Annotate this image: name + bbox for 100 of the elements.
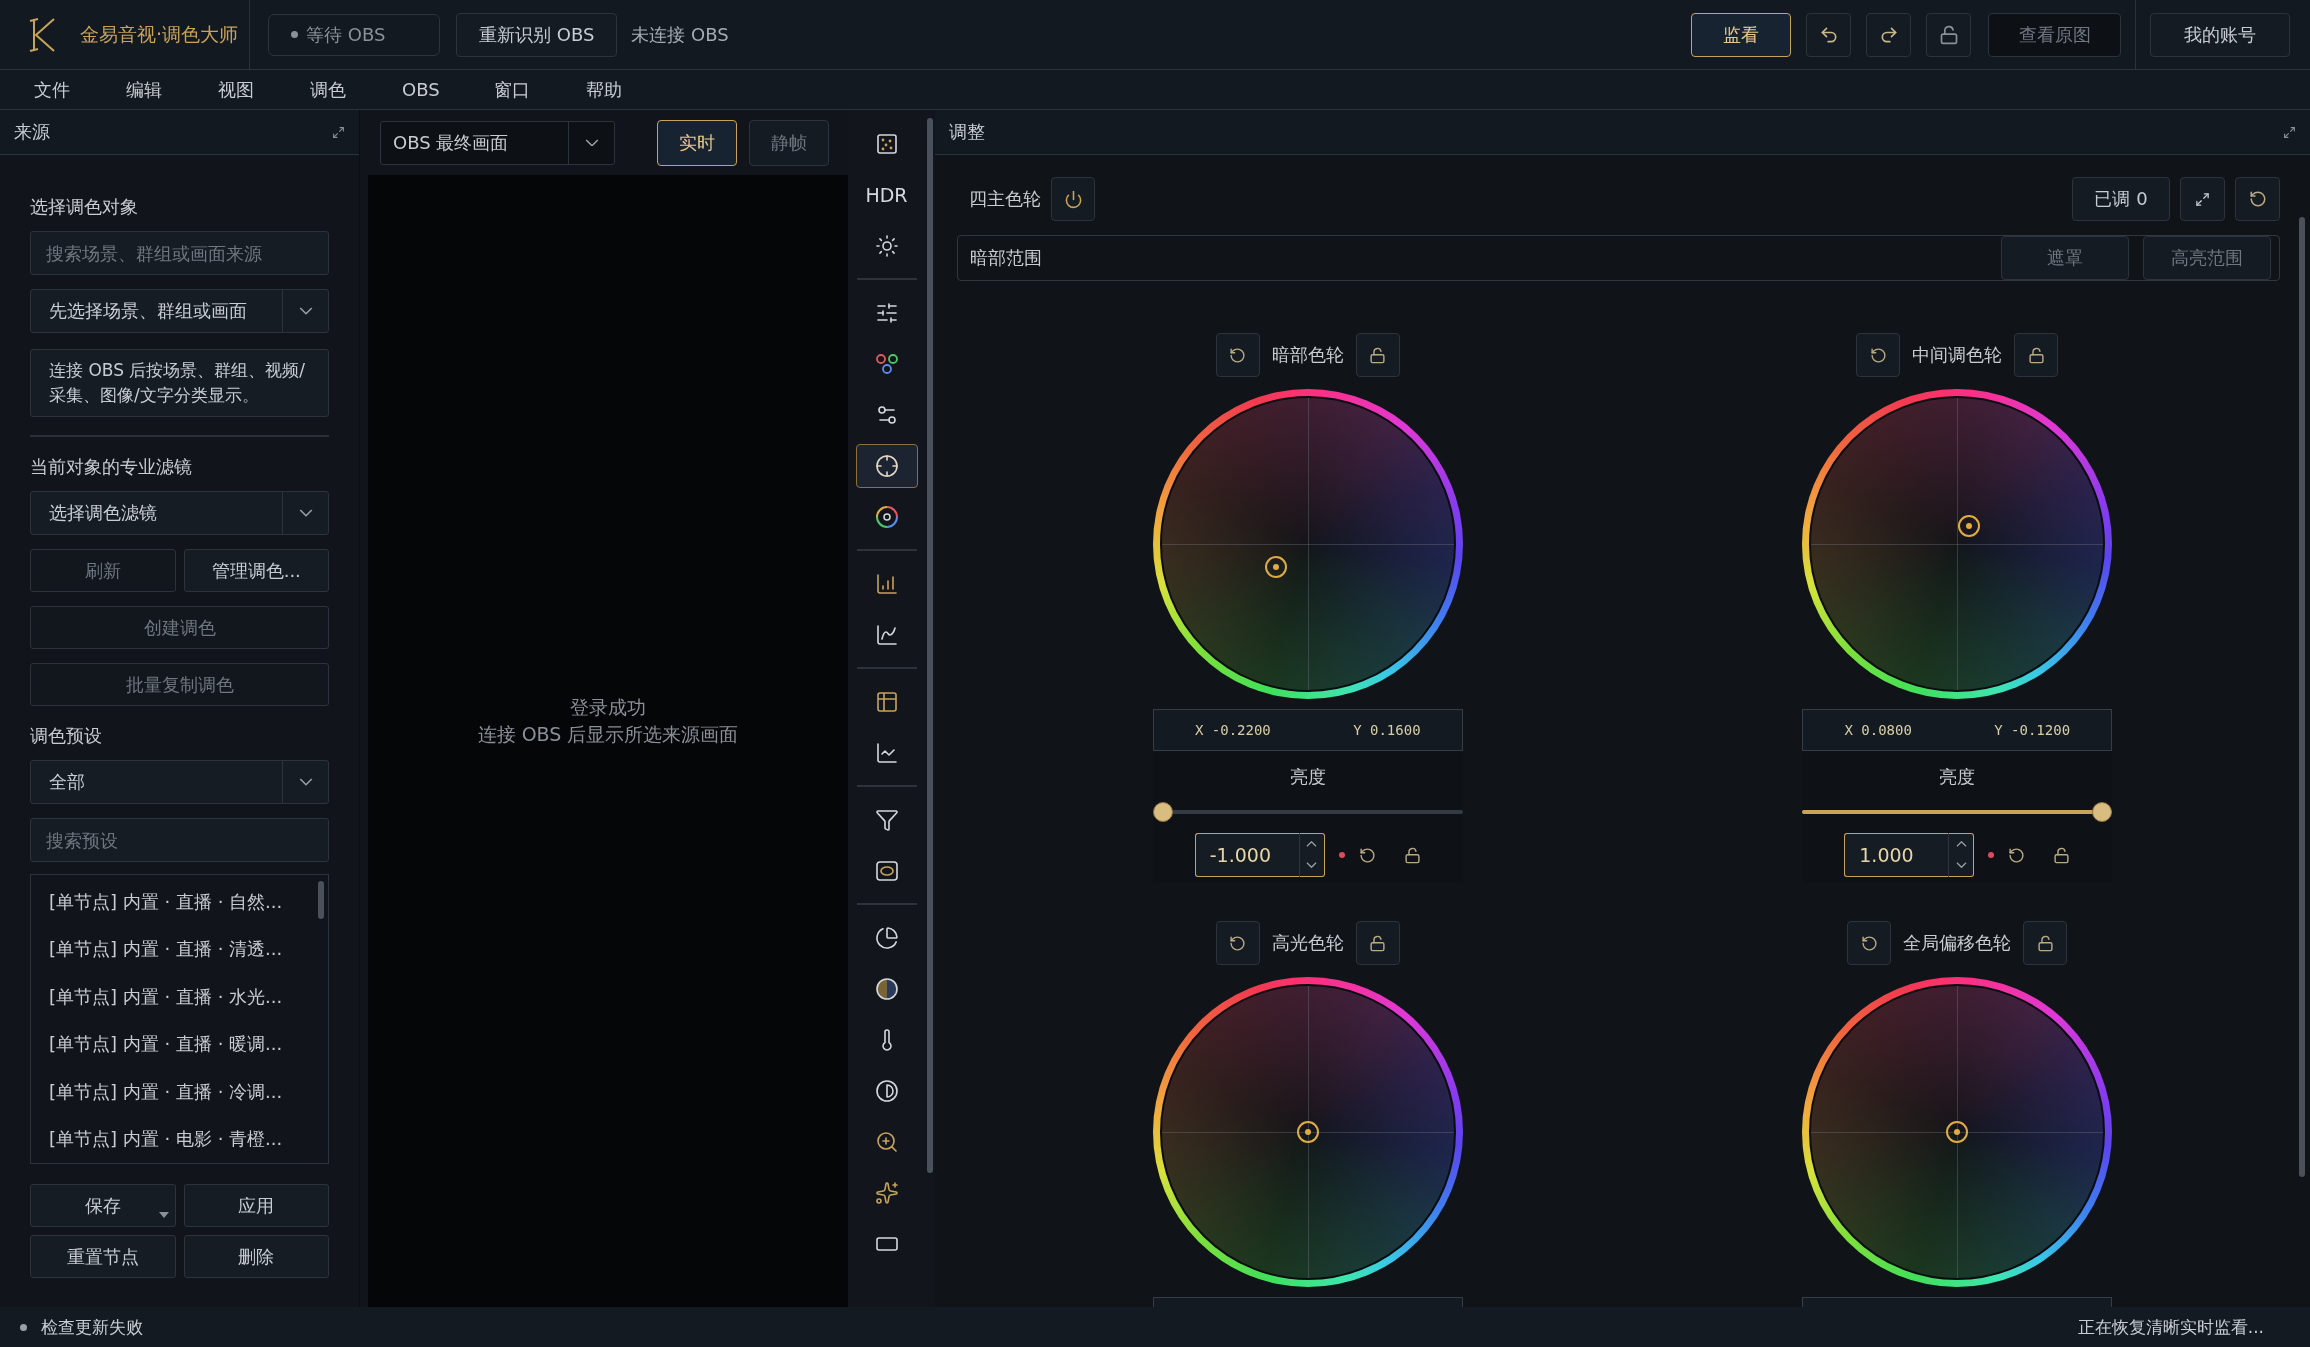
preset-item[interactable]: [单节点] 内置 · 直播 · 清透... xyxy=(31,925,314,973)
expand-icon[interactable] xyxy=(2283,125,2296,139)
scrollbar[interactable] xyxy=(927,118,933,1173)
menu-item[interactable]: 窗口 xyxy=(494,77,586,102)
unlock-icon[interactable] xyxy=(2053,846,2071,864)
preset-item[interactable]: [单节点] 内置 · 电影 · 青橙... xyxy=(31,1115,314,1163)
scrollbar[interactable] xyxy=(2299,217,2305,1177)
wheel-title: 暗部色轮 xyxy=(1271,343,1344,367)
status-message: 正在恢复清晰实时监看... xyxy=(2077,1315,2264,1339)
x-value: X -0.2200 xyxy=(1194,722,1271,738)
wheel-puck[interactable] xyxy=(1946,1121,1969,1143)
status-message: 检查更新失败 xyxy=(41,1315,143,1339)
menu-item[interactable]: 文件 xyxy=(34,77,126,102)
power-button[interactable] xyxy=(1051,177,1095,221)
source-select[interactable]: OBS 最终画面 xyxy=(380,120,615,165)
obs-status-chip: 等待 OBS xyxy=(268,13,440,56)
up-icon xyxy=(1955,841,1967,848)
brightness-slider[interactable] xyxy=(1802,801,2113,823)
scrollbar[interactable] xyxy=(318,881,324,919)
wheel-title: 中间调色轮 xyxy=(1912,343,2003,367)
brightness-slider[interactable] xyxy=(1152,801,1463,823)
menu-item[interactable]: 调色 xyxy=(310,77,402,102)
reset-button[interactable] xyxy=(1856,333,1901,377)
range-button[interactable]: 遮罩 xyxy=(2001,236,2129,280)
stepper[interactable] xyxy=(1298,833,1325,877)
split-button[interactable]: 保存 xyxy=(30,1184,176,1227)
panel-button[interactable]: 重置节点 xyxy=(30,1235,176,1278)
reset-icon[interactable] xyxy=(2008,846,2026,864)
down-icon xyxy=(1306,862,1318,869)
crosshair-icon xyxy=(874,453,899,478)
wheel-puck[interactable] xyxy=(1957,515,1980,538)
lock-button[interactable] xyxy=(1355,921,1400,965)
wheel-puck[interactable] xyxy=(1264,556,1287,579)
grain-icon xyxy=(875,132,898,155)
connection-status: 未连接 OBS xyxy=(631,22,729,47)
preset-item[interactable]: [单节点] 内置 · 直播 · 水光... xyxy=(31,973,314,1021)
curve-chart-icon xyxy=(874,622,899,647)
object-select[interactable]: 先选择场景、群组或画面 xyxy=(30,289,329,333)
hdr-tool[interactable]: HDR xyxy=(855,172,918,217)
menu-item[interactable]: OBS xyxy=(402,79,494,100)
panel-title: 来源 xyxy=(14,120,50,144)
mode-tab[interactable]: 实时 xyxy=(657,119,737,166)
wheel-puck[interactable] xyxy=(1296,1121,1319,1143)
y-value: Y 0.1600 xyxy=(1353,722,1421,738)
y-value: Y -0.1200 xyxy=(1994,722,2071,738)
panel-button[interactable]: 管理调色... xyxy=(183,549,329,592)
lock-button[interactable] xyxy=(1355,333,1400,377)
sun-icon xyxy=(874,233,899,258)
preset-select[interactable]: 全部 xyxy=(30,760,329,804)
reset-button[interactable] xyxy=(1215,921,1260,965)
filter-select[interactable]: 选择调色滤镜 xyxy=(30,491,329,535)
reset-button[interactable] xyxy=(1215,333,1260,377)
menu-item[interactable]: 帮助 xyxy=(586,77,678,102)
modified-dot xyxy=(1338,852,1345,858)
account-button[interactable]: 我的账号 xyxy=(2150,12,2290,57)
unlock-icon[interactable] xyxy=(1403,846,1421,864)
range-label: 暗部范围 xyxy=(970,246,1043,270)
preset-item[interactable]: [单节点] 内置 · 直播 · 冷调... xyxy=(31,1068,314,1116)
reset-icon[interactable] xyxy=(1358,846,1376,864)
down-icon xyxy=(1955,862,1967,869)
search-field[interactable]: 搜索预设 xyxy=(30,818,329,862)
expand-button[interactable] xyxy=(2180,177,2225,221)
stepper[interactable] xyxy=(1948,833,1975,877)
redetect-button[interactable]: 重新识别 OBS xyxy=(456,12,618,57)
panel-button[interactable]: 删除 xyxy=(183,1235,329,1278)
redo-button[interactable] xyxy=(1866,12,1911,57)
preset-item[interactable]: [单节点] 内置 · 直播 · 自然... xyxy=(31,878,314,926)
brightness-field[interactable]: 1.000 xyxy=(1844,833,1949,877)
expand-icon[interactable] xyxy=(332,125,345,139)
color-wheel-icon xyxy=(874,504,899,529)
chevron-icon xyxy=(298,307,313,315)
tool-button[interactable] xyxy=(855,443,918,488)
reset-button[interactable] xyxy=(1847,921,1892,965)
zoom-in-icon xyxy=(874,1129,899,1154)
bar-chart-icon xyxy=(874,571,899,596)
mode-tab[interactable]: 静帧 xyxy=(749,119,829,166)
adjusted-count-button[interactable]: 已调 0 xyxy=(2072,177,2170,221)
preset-item[interactable]: [单节点] 内置 · 直播 · 暖调... xyxy=(31,1020,314,1068)
dropdown-icon xyxy=(158,1212,169,1218)
brightness-field[interactable]: -1.000 xyxy=(1194,833,1299,877)
lock-button[interactable] xyxy=(2023,921,2068,965)
monitor-button[interactable]: 监看 xyxy=(1691,12,1791,57)
unlock-icon xyxy=(2036,934,2054,952)
lock-button[interactable] xyxy=(1926,12,1971,57)
x-value: X 0.0800 xyxy=(1844,722,1912,738)
menu-item[interactable]: 视图 xyxy=(218,77,310,102)
range-button[interactable]: 高亮范围 xyxy=(2143,236,2271,280)
unlock-icon xyxy=(1369,934,1387,952)
search-field[interactable]: 搜索场景、群组或画面来源 xyxy=(30,231,329,275)
panel-button[interactable]: 应用 xyxy=(183,1184,329,1227)
slider-thumb[interactable] xyxy=(1152,802,1173,822)
filter-icon xyxy=(874,807,899,832)
slider-thumb[interactable] xyxy=(2092,802,2113,822)
section-heading: 调色预设 xyxy=(30,724,103,748)
lock-button[interactable] xyxy=(2014,333,2059,377)
unlock-icon xyxy=(2027,346,2045,364)
undo-button[interactable] xyxy=(1806,12,1851,57)
menu-item[interactable]: 编辑 xyxy=(126,77,218,102)
reset-button[interactable] xyxy=(2235,177,2280,221)
sparkles-icon xyxy=(874,1180,899,1205)
